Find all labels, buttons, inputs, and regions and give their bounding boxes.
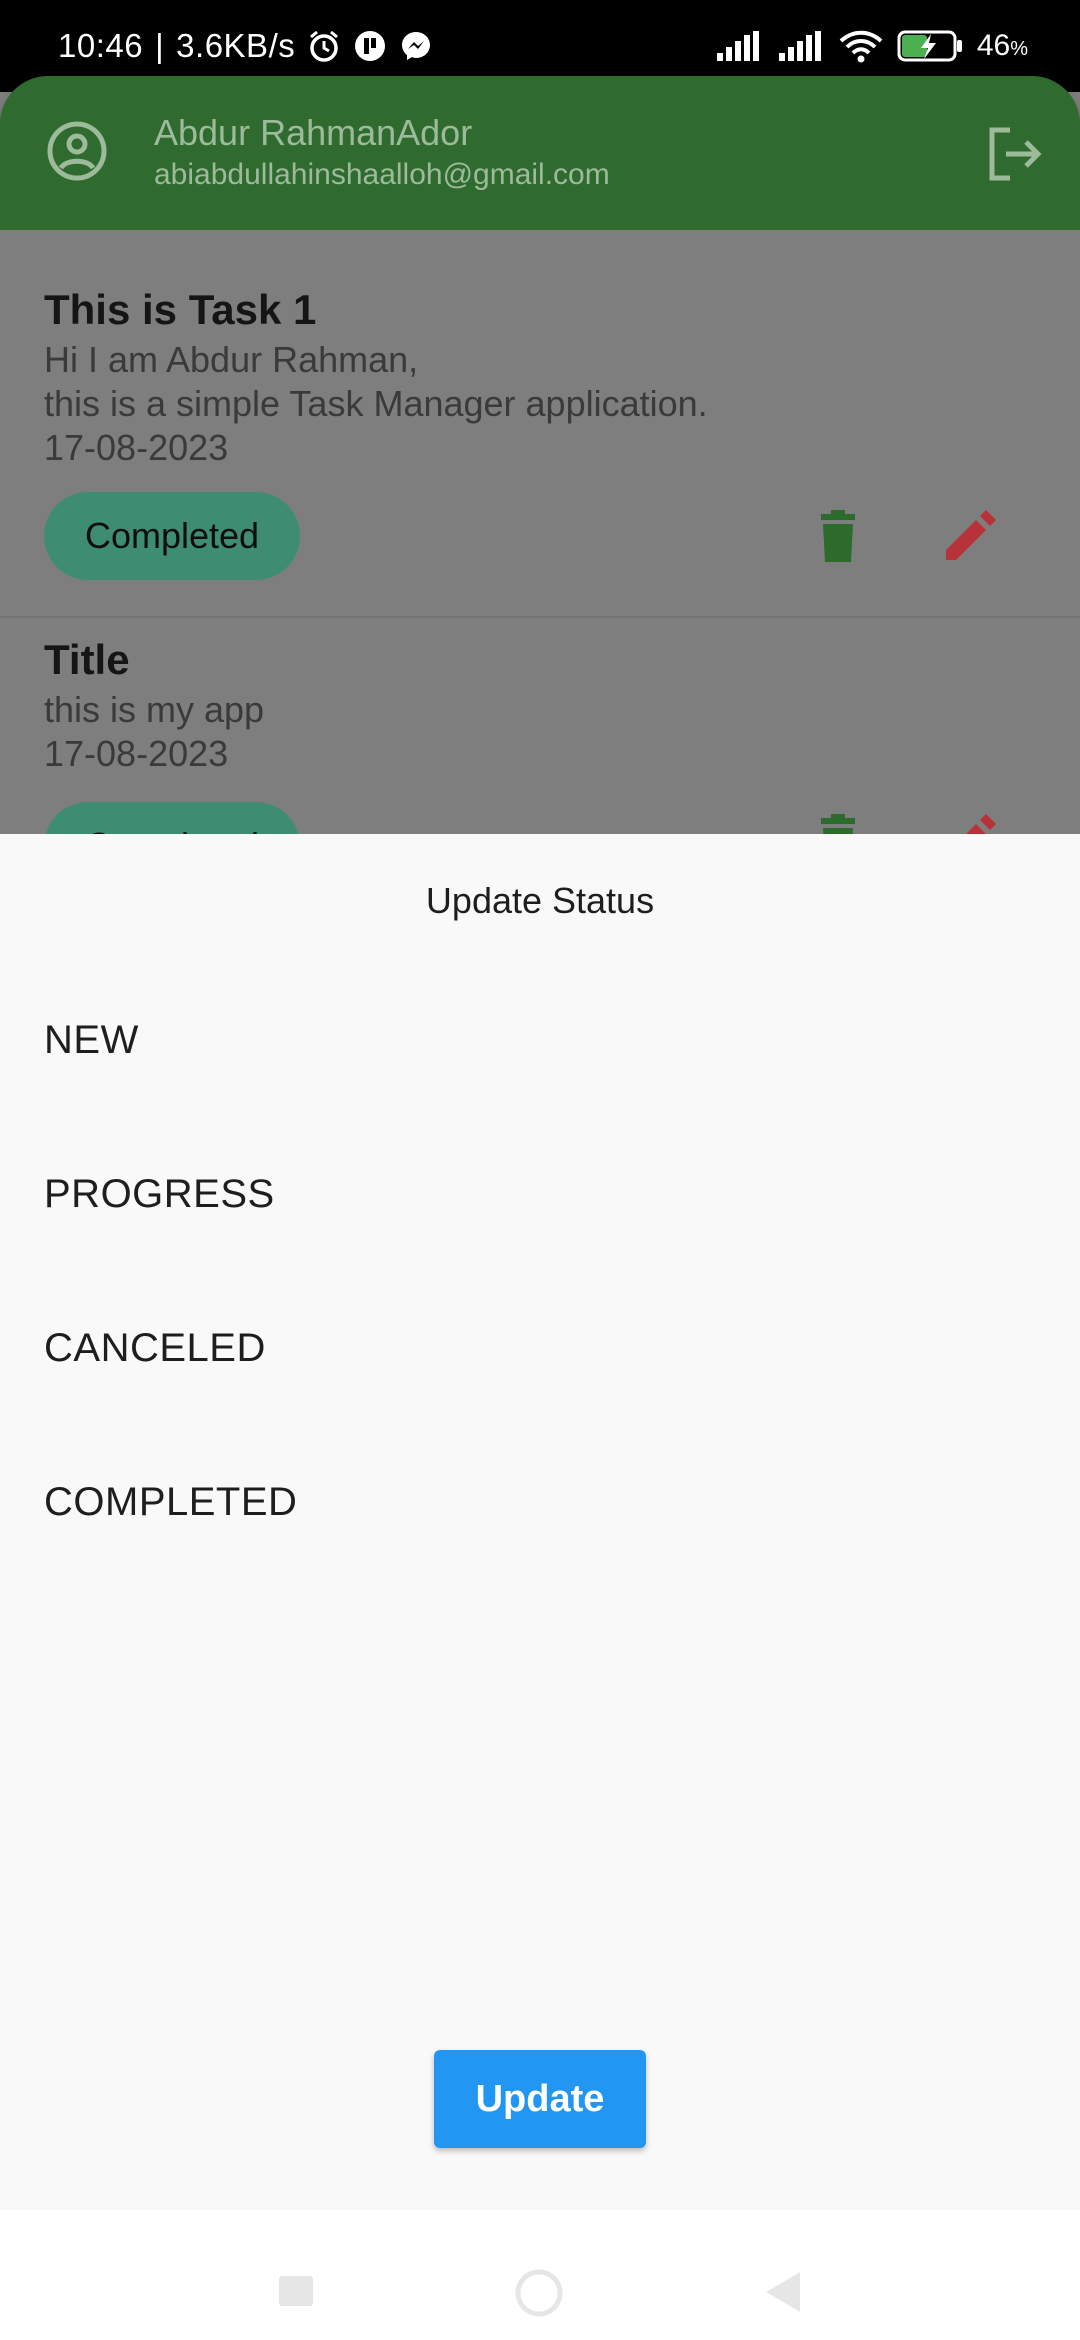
delete-icon[interactable] xyxy=(810,508,866,564)
task-date: 17-08-2023 xyxy=(44,733,229,774)
account-circle-icon[interactable] xyxy=(46,120,108,182)
status-bar-left: 10:46 | 3.6KB/s xyxy=(58,26,433,66)
user-name: Abdur RahmanAdor xyxy=(154,112,473,153)
edit-icon[interactable] xyxy=(940,508,996,564)
navigation-bar xyxy=(0,2210,1080,2340)
status-time: 10:46 xyxy=(58,27,144,64)
task-card[interactable]: This is Task 1 Hi I am Abdur Rahman, thi… xyxy=(0,230,1080,618)
home-icon[interactable] xyxy=(514,2268,564,2318)
status-separator: | xyxy=(155,27,165,64)
task-title: This is Task 1 xyxy=(44,286,317,333)
status-option-completed[interactable]: COMPLETED xyxy=(44,1480,297,1525)
battery-charging-icon xyxy=(897,30,962,62)
sheet-title: Update Status xyxy=(425,880,655,921)
task-description: this is a simple Task Manager applicatio… xyxy=(44,383,708,424)
messenger-icon xyxy=(402,32,431,60)
status-option-canceled[interactable]: CANCELED xyxy=(44,1326,266,1371)
status-option-new[interactable]: NEW xyxy=(44,1018,139,1063)
signal-icon xyxy=(778,31,821,61)
signal-icon xyxy=(716,31,759,61)
task-description: Hi I am Abdur Rahman, xyxy=(44,339,419,380)
battery-percent: 46% xyxy=(976,29,1028,62)
recent-apps-icon[interactable] xyxy=(279,2276,313,2306)
status-bar-right: 46% xyxy=(715,26,1028,66)
update-button[interactable]: Update xyxy=(434,2050,646,2148)
wifi-icon xyxy=(839,30,883,63)
user-email: abiabdullahinshaalloh@gmail.com xyxy=(154,158,610,191)
app-bar: Abdur RahmanAdor abiabdullahinshaalloh@g… xyxy=(0,76,1080,230)
task-description: this is my app xyxy=(44,689,265,730)
update-status-sheet: Update Status NEW PROGRESS CANCELED COMP… xyxy=(0,834,1080,2210)
app-notification-icon xyxy=(355,31,386,61)
status-network-speed: 3.6KB/s xyxy=(176,27,296,64)
alarm-icon xyxy=(310,30,339,62)
task-title: Title xyxy=(44,636,130,683)
status-option-progress[interactable]: PROGRESS xyxy=(44,1172,275,1217)
task-date: 17-08-2023 xyxy=(44,427,229,468)
task-manager-screen: 10:46 | 3.6KB/s 46% Abdur RahmanAdor abi… xyxy=(0,0,1080,2340)
status-chip[interactable]: Completed xyxy=(44,492,300,580)
logout-icon[interactable] xyxy=(986,126,1044,182)
back-icon[interactable] xyxy=(762,2270,802,2314)
